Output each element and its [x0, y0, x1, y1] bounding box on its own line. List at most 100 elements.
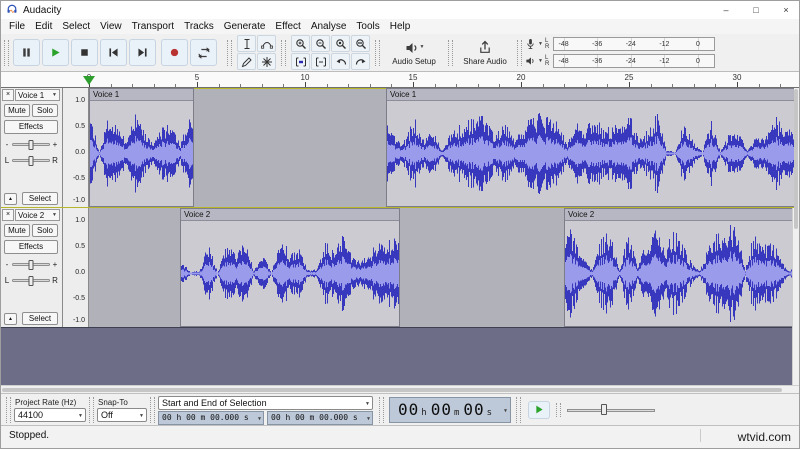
horizontal-scrollbar[interactable]	[1, 385, 799, 393]
snap-to-select[interactable]: Off	[97, 408, 147, 422]
clip-title[interactable]: Voice 2	[565, 209, 794, 221]
minimize-button[interactable]: –	[711, 1, 741, 19]
scale-label: -0.5	[72, 175, 85, 182]
clip-title[interactable]: Voice 1	[387, 89, 794, 101]
menu-edit[interactable]: Edit	[30, 21, 57, 32]
menu-transport[interactable]: Transport	[127, 21, 179, 32]
loop-button[interactable]	[190, 39, 217, 66]
big-time-display[interactable]: 00 h 00 m 00 s	[389, 396, 512, 423]
track-name-menu[interactable]: Voice 1	[15, 89, 60, 101]
toolbar-grip[interactable]	[227, 39, 232, 66]
collapse-button[interactable]: ▲	[4, 192, 17, 205]
track-wave-area[interactable]: Voice 2 Voice 2	[89, 208, 794, 327]
envelope-tool-button[interactable]	[257, 35, 276, 52]
silence-button[interactable]	[311, 53, 330, 70]
draw-tool-button[interactable]	[237, 53, 256, 70]
track-close-button[interactable]: ×	[2, 209, 14, 221]
toolbar-grip[interactable]	[556, 402, 562, 417]
selection-mode-select[interactable]: Start and End of Selection	[158, 395, 373, 410]
toolbar-grip[interactable]	[517, 39, 522, 66]
skip-to-end-button[interactable]	[129, 39, 156, 66]
audio-clip[interactable]: Voice 1	[386, 88, 794, 207]
zoom-selection-button[interactable]	[331, 35, 350, 52]
project-rate-select[interactable]: 44100	[14, 408, 86, 422]
pause-button[interactable]	[13, 39, 40, 66]
menu-effect[interactable]: Effect	[270, 21, 305, 32]
mute-button[interactable]: Mute	[4, 224, 30, 237]
clip-title[interactable]: Voice 1	[90, 89, 193, 101]
time-format-arrow-icon[interactable]	[504, 408, 507, 414]
pan-slider-thumb[interactable]	[28, 155, 34, 166]
solo-button[interactable]: Solo	[32, 224, 58, 237]
share-audio-button[interactable]: Share Audio	[456, 36, 514, 70]
pan-slider-thumb[interactable]	[28, 275, 34, 286]
toolbar-grip[interactable]	[379, 396, 384, 423]
toolbar-grip[interactable]	[6, 396, 11, 423]
menu-view[interactable]: View	[95, 21, 127, 32]
pan-slider[interactable]: LR	[4, 274, 58, 286]
maximize-button[interactable]: □	[741, 1, 771, 19]
audio-clip[interactable]: Voice 1	[89, 88, 194, 207]
play-at-speed-button[interactable]	[528, 400, 551, 419]
playhead-indicator[interactable]	[83, 76, 95, 85]
toolbar-grip[interactable]	[150, 396, 155, 423]
menu-file[interactable]: File	[4, 21, 30, 32]
track-close-button[interactable]: ×	[2, 89, 14, 101]
redo-button[interactable]	[351, 53, 370, 70]
effects-button[interactable]: Effects	[4, 240, 58, 254]
vertical-scrollbar-thumb[interactable]	[794, 89, 798, 229]
horizontal-scrollbar-thumb[interactable]	[2, 388, 782, 392]
recording-meter[interactable]: LR -48 -36 -24 -12 0	[525, 37, 715, 52]
toolbar-grip[interactable]	[4, 39, 9, 66]
audio-clip[interactable]: Voice 2	[180, 208, 400, 327]
toolbar-grip[interactable]	[448, 39, 453, 66]
toolbar-grip[interactable]	[89, 396, 94, 423]
pan-slider[interactable]: LR	[4, 154, 58, 166]
selection-start-field[interactable]: 00 h 00 m 00.000 s	[158, 410, 264, 425]
menu-tools[interactable]: Tools	[351, 21, 384, 32]
toolbar-grip[interactable]	[281, 39, 286, 66]
collapse-button[interactable]: ▲	[4, 312, 17, 325]
stop-button[interactable]	[71, 39, 98, 66]
multi-tool-button[interactable]	[257, 53, 276, 70]
toolbar-grip[interactable]	[375, 39, 380, 66]
play-button[interactable]	[42, 39, 69, 66]
timeline-ruler[interactable]: 0 5 10 15 20 25 30	[1, 72, 799, 88]
track-name-menu[interactable]: Voice 2	[15, 209, 60, 221]
toolbar-grip[interactable]	[516, 396, 522, 423]
undo-button[interactable]	[331, 53, 350, 70]
trim-button[interactable]	[291, 53, 310, 70]
solo-button[interactable]: Solo	[32, 104, 58, 117]
mute-button[interactable]: Mute	[4, 104, 30, 117]
zoom-in-button[interactable]	[291, 35, 310, 52]
effects-button[interactable]: Effects	[4, 120, 58, 134]
selection-tool-button[interactable]	[237, 35, 256, 52]
menu-tracks[interactable]: Tracks	[179, 21, 219, 32]
select-button[interactable]: Select	[22, 192, 58, 205]
audio-setup-button[interactable]: Audio Setup	[383, 36, 445, 70]
play-speed-thumb[interactable]	[600, 403, 607, 415]
menu-analyse[interactable]: Analyse	[306, 21, 352, 32]
track-wave-area[interactable]: Voice 1 Voice 1	[89, 88, 794, 207]
track-1[interactable]: ×Voice 1MuteSoloEffects-+LR▲Select1.00.5…	[1, 88, 794, 208]
selection-end-field[interactable]: 00 h 00 m 00.000 s	[267, 410, 373, 425]
menu-select[interactable]: Select	[57, 21, 95, 32]
play-speed-slider[interactable]	[567, 403, 656, 417]
zoom-out-button[interactable]	[311, 35, 330, 52]
skip-to-start-button[interactable]	[100, 39, 127, 66]
menu-generate[interactable]: Generate	[219, 21, 271, 32]
audio-clip[interactable]: Voice 2	[564, 208, 794, 327]
select-button[interactable]: Select	[22, 312, 58, 325]
gain-slider[interactable]: - +	[4, 258, 58, 270]
zoom-fit-button[interactable]	[351, 35, 370, 52]
playback-meter[interactable]: LR -48 -36 -24 -12 0	[525, 54, 715, 69]
clip-title[interactable]: Voice 2	[181, 209, 399, 221]
ruler-tick	[715, 84, 716, 87]
menu-help[interactable]: Help	[385, 21, 416, 32]
close-button[interactable]: ×	[771, 1, 799, 19]
gain-slider-thumb[interactable]	[28, 139, 34, 150]
track-2[interactable]: ×Voice 2MuteSoloEffects-+LR▲Select1.00.5…	[1, 208, 794, 328]
gain-slider-thumb[interactable]	[28, 259, 34, 270]
gain-slider[interactable]: - +	[4, 138, 58, 150]
record-button[interactable]	[161, 39, 188, 66]
